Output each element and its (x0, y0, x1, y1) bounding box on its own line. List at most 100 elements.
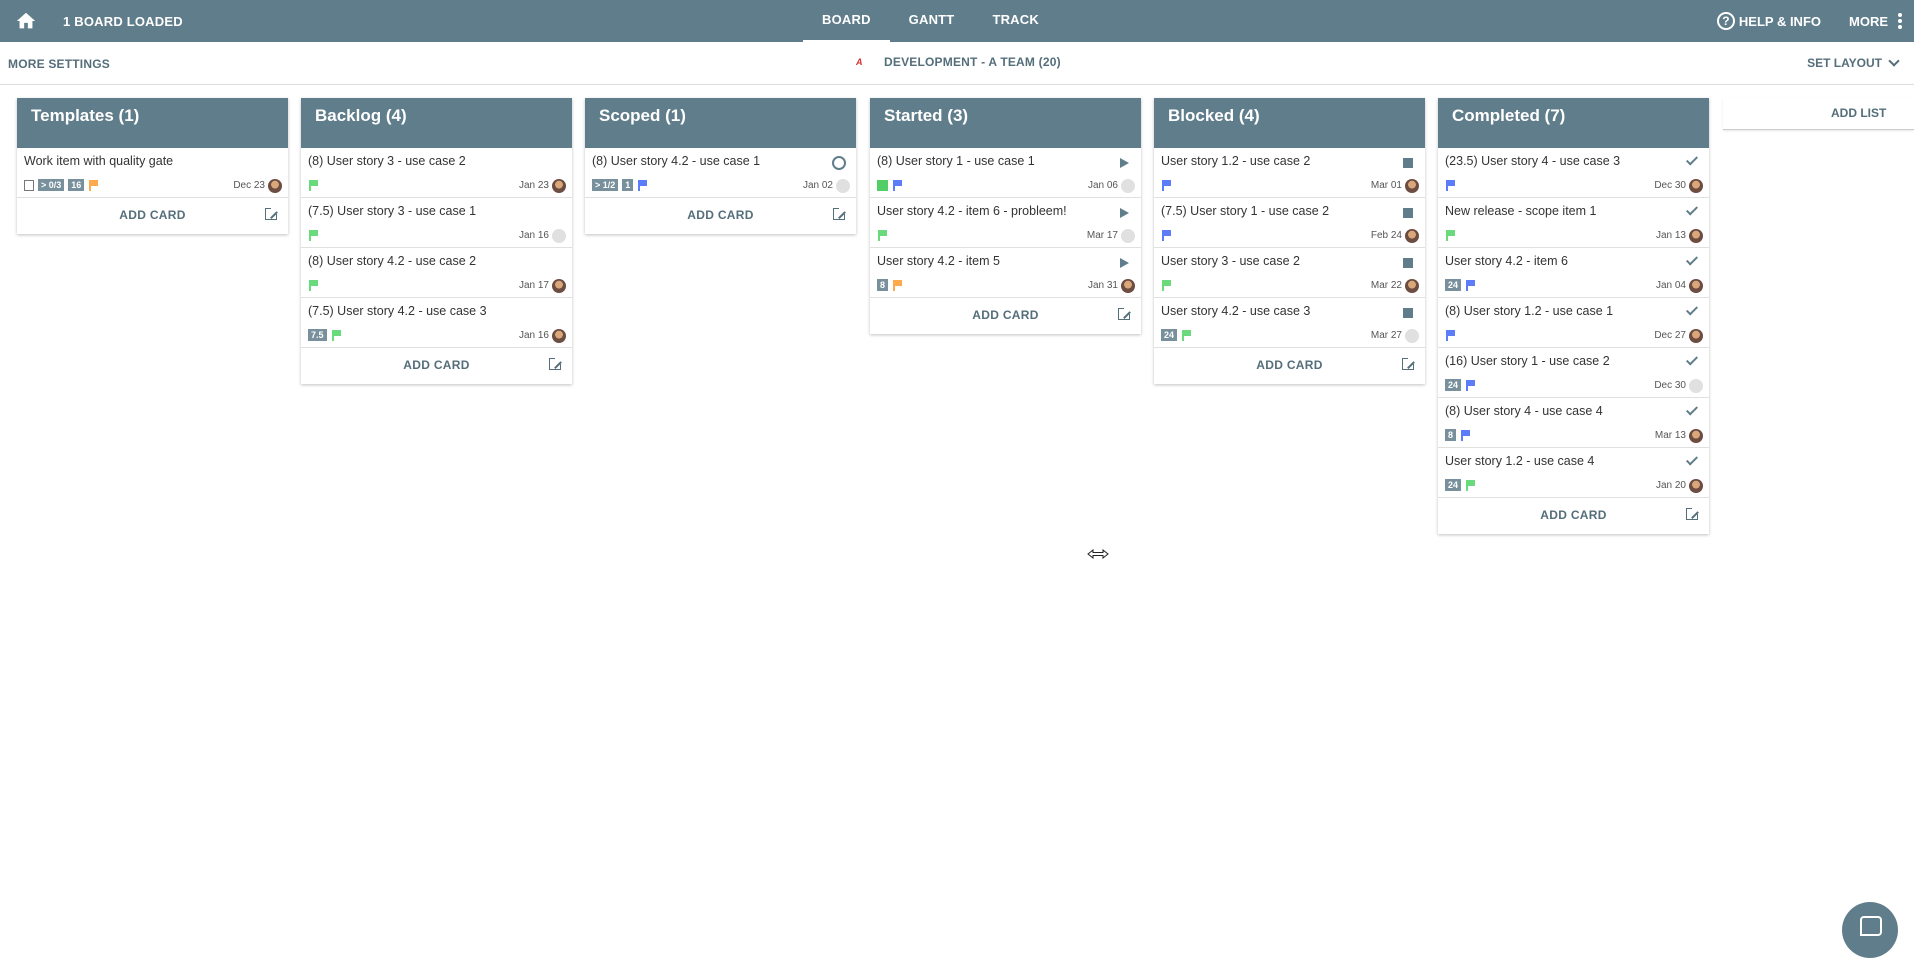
avatar (552, 229, 566, 243)
add-list-button[interactable]: ADD LIST (1723, 98, 1914, 130)
card[interactable]: User story 4.2 - item 6 - probleem! Mar 1… (870, 198, 1141, 248)
card[interactable]: New release - scope item 1 Jan 13 (1438, 198, 1709, 248)
card[interactable]: User story 1.2 - use case 4 24 Jan 20 (1438, 448, 1709, 498)
card-title: (8) User story 4.2 - use case 1 (592, 154, 761, 168)
avatar (552, 179, 566, 193)
card-date: Jan 13 (1655, 230, 1686, 241)
board-title[interactable]: A DEVELOPMENT - A TEAM (20) (856, 55, 1061, 69)
card-date: Jan 20 (1655, 480, 1686, 491)
add-card-button[interactable]: ADD CARD (585, 198, 856, 234)
card[interactable]: User story 3 - use case 2 Mar 22 (1154, 248, 1425, 298)
list-title[interactable]: Templates (1) (17, 98, 288, 148)
add-card-button[interactable]: ADD CARD (17, 198, 288, 234)
card-date: Mar 22 (1370, 280, 1402, 291)
card[interactable]: (7.5) User story 3 - use case 1 Jan 16 (301, 198, 572, 248)
list-title[interactable]: Backlog (4) (301, 98, 572, 148)
flag-icon (1161, 230, 1171, 241)
card-title: Work item with quality gate (24, 154, 174, 168)
add-card-label: ADD CARD (1256, 358, 1323, 372)
more-button[interactable]: MORE (1849, 13, 1902, 29)
add-card-button[interactable]: ADD CARD (301, 348, 572, 384)
avatar (1121, 229, 1135, 243)
more-label: MORE (1849, 13, 1888, 29)
more-settings-button[interactable]: MORE SETTINGS (8, 57, 110, 71)
list-column: Scoped (1) (8) User story 4.2 - use case … (585, 98, 856, 234)
card-meta (1445, 180, 1455, 191)
circle-status-icon[interactable] (832, 156, 846, 170)
play-status-icon[interactable] (1120, 158, 1129, 168)
open-external-icon[interactable] (265, 207, 278, 220)
avatar (1121, 179, 1135, 193)
chat-icon (1860, 916, 1882, 936)
card-date: Jan 06 (1087, 180, 1118, 191)
list-column: Started (3) (8) User story 1 - use case 1… (870, 98, 1141, 334)
card-title: (8) User story 4.2 - use case 2 (308, 254, 477, 268)
card[interactable]: (8) User story 4.2 - use case 1 > 1/2 1 Jan… (585, 148, 856, 198)
list-title[interactable]: Completed (7) (1438, 98, 1709, 148)
card[interactable]: (8) User story 4.2 - use case 2 Jan 17 (301, 248, 572, 298)
card[interactable]: (23.5) User story 4 - use case 3 Dec 30 (1438, 148, 1709, 198)
tab-board[interactable]: BOARD (803, 0, 890, 42)
help-info-button[interactable]: ? HELP & INFO (1716, 12, 1821, 30)
home-icon[interactable] (15, 10, 37, 32)
list-title[interactable]: Started (3) (870, 98, 1141, 148)
add-card-button[interactable]: ADD CARD (1438, 498, 1709, 534)
avatar (1689, 329, 1703, 343)
list-title[interactable]: Scoped (1) (585, 98, 856, 148)
stop-status-icon[interactable] (1403, 158, 1413, 168)
flag-icon (1445, 180, 1455, 191)
card[interactable]: (7.5) User story 4.2 - use case 3 7.5 Jan … (301, 298, 572, 348)
tab-gantt[interactable]: GANTT (890, 0, 974, 42)
card-title: User story 4.2 - use case 3 (1161, 304, 1311, 318)
card-date: Dec 30 (1654, 380, 1686, 391)
flag-icon (1445, 330, 1455, 341)
card[interactable]: (8) User story 4 - use case 4 8 Mar 13 (1438, 398, 1709, 448)
card-title: (7.5) User story 3 - use case 1 (308, 204, 477, 218)
add-card-button[interactable]: ADD CARD (870, 298, 1141, 334)
card-meta: 24 (1445, 279, 1476, 291)
stop-status-icon[interactable] (1403, 258, 1413, 268)
card[interactable]: (8) User story 1 - use case 1 Jan 06 (870, 148, 1141, 198)
avatar (552, 279, 566, 293)
chat-button[interactable] (1842, 902, 1898, 958)
open-external-icon[interactable] (549, 357, 562, 370)
open-external-icon[interactable] (1402, 357, 1415, 370)
copy-icon (24, 179, 34, 191)
board-toolbar: MORE SETTINGS A DEVELOPMENT - A TEAM (20… (0, 42, 1914, 85)
list-column: Completed (7) (23.5) User story 4 - use c… (1438, 98, 1709, 534)
card-title: (8) User story 1.2 - use case 1 (1445, 304, 1614, 318)
set-layout-button[interactable]: SET LAYOUT (1807, 55, 1900, 70)
horizontal-resize-icon (1087, 549, 1109, 559)
avatar (552, 329, 566, 343)
open-external-icon[interactable] (833, 207, 846, 220)
card-badge: 24 (1445, 379, 1462, 391)
card[interactable]: (8) User story 1.2 - use case 1 Dec 27 (1438, 298, 1709, 348)
card[interactable]: User story 4.2 - item 5 8 Jan 31 (870, 248, 1141, 298)
card[interactable]: User story 4.2 - use case 3 24 Mar 27 (1154, 298, 1425, 348)
boards-loaded-label[interactable]: 1 BOARD LOADED (63, 14, 183, 29)
card[interactable]: (7.5) User story 1 - use case 2 Feb 24 (1154, 198, 1425, 248)
tab-track[interactable]: TRACK (973, 0, 1058, 42)
open-external-icon[interactable] (1118, 307, 1131, 320)
open-external-icon[interactable] (1686, 507, 1699, 520)
play-status-icon[interactable] (1120, 208, 1129, 218)
card[interactable]: User story 4.2 - item 6 24 Jan 04 (1438, 248, 1709, 298)
card-meta (877, 180, 902, 191)
card-badge: 24 (1445, 279, 1462, 291)
avatar (836, 179, 850, 193)
board-logo: A (856, 57, 863, 67)
chevron-down-icon (1888, 55, 1900, 67)
stop-status-icon[interactable] (1403, 208, 1413, 218)
card[interactable]: Work item with quality gate > 0/3 16 Dec 23 (17, 148, 288, 198)
card[interactable]: User story 1.2 - use case 2 Mar 01 (1154, 148, 1425, 198)
play-status-icon[interactable] (1120, 258, 1129, 268)
add-card-button[interactable]: ADD CARD (1154, 348, 1425, 384)
add-card-label: ADD CARD (403, 358, 470, 372)
card[interactable]: (8) User story 3 - use case 2 Jan 23 (301, 148, 572, 198)
card[interactable]: (16) User story 1 - use case 2 24 Dec 30 (1438, 348, 1709, 398)
card-date: Dec 27 (1654, 330, 1686, 341)
list-title[interactable]: Blocked (4) (1154, 98, 1425, 148)
stop-status-icon[interactable] (1403, 308, 1413, 318)
add-card-label: ADD CARD (687, 208, 754, 222)
card-date: Dec 23 (233, 180, 265, 191)
